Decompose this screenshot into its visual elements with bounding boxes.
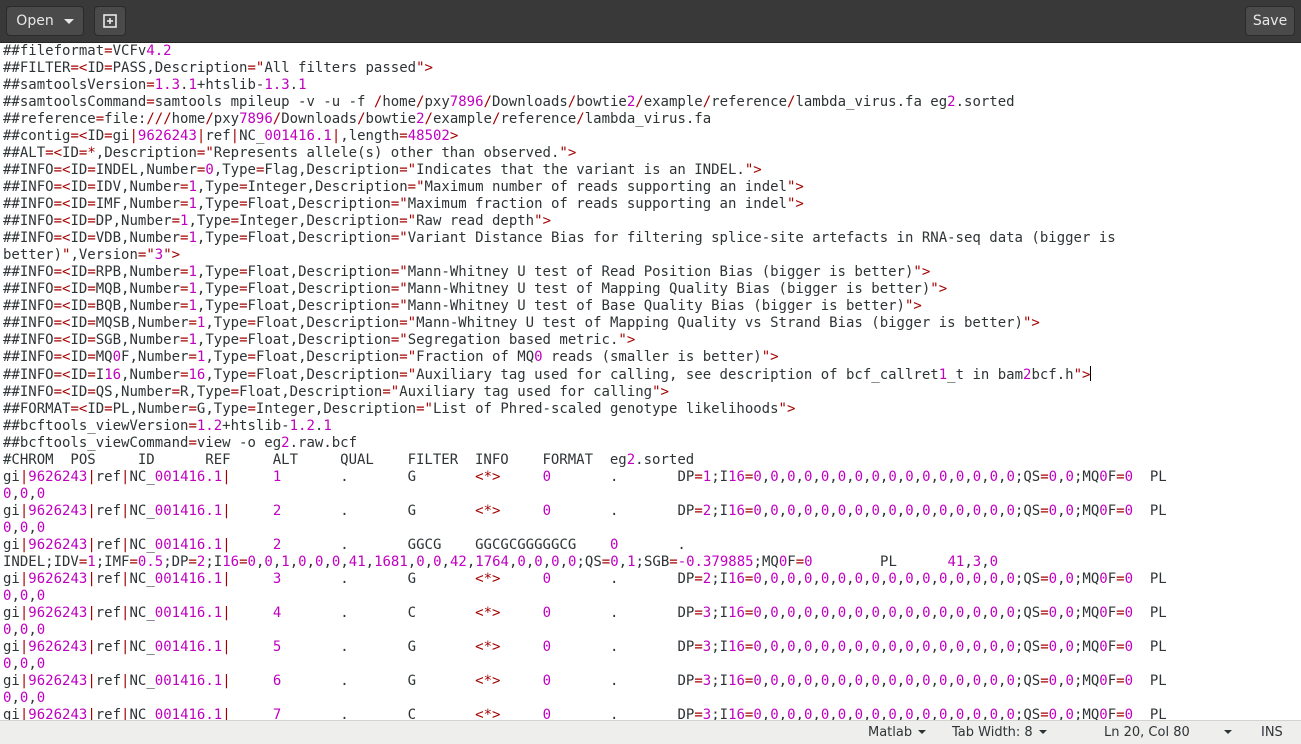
editor-line: ##INFO=<ID=MQSB,Number=1,Type=Float,Desc… [3, 315, 1040, 331]
editor-line: ##FILTER=<ID=PASS,Description="All filte… [3, 60, 433, 76]
editor-line: ##INFO=<ID=I16,Number=16,Type=Float,Desc… [3, 366, 1092, 383]
editor-line: 0,0,0 [3, 588, 46, 604]
chevron-down-icon [918, 730, 927, 734]
editor-line: ##INFO=<ID=INDEL,Number=0,Type=Flag,Desc… [3, 162, 762, 178]
editor-line: gi|9626243|ref|NC_001416.1| 7 . C <*> 0 … [3, 707, 1167, 720]
editor-line: 0,0,0 [3, 520, 46, 536]
editor-line: ##INFO=<ID=IDV,Number=1,Type=Integer,Des… [3, 179, 804, 195]
editor-line: gi|9626243|ref|NC_001416.1| 2 . GGCG GGC… [3, 537, 686, 553]
editor-line: gi|9626243|ref|NC_001416.1| 2 . G <*> 0 … [3, 503, 1167, 519]
editor-line: INDEL;IDV=1;IMF=0.5;DP=2;I16=0,0,1,0,0,0… [3, 554, 999, 570]
editor-line: #CHROM POS ID REF ALT QUAL FILTER INFO F… [3, 452, 695, 468]
editor-line: ##INFO=<ID=RPB,Number=1,Type=Float,Descr… [3, 264, 931, 280]
editor-line: ##samtoolsVersion=1.3.1+htslib-1.3.1 [3, 77, 307, 93]
open-label: Open [16, 13, 54, 29]
language-label: Matlab [868, 725, 913, 740]
new-document-button[interactable] [94, 6, 126, 36]
text-cursor [1090, 366, 1092, 381]
editor-line: ##INFO=<ID=VDB,Number=1,Type=Float,Descr… [3, 230, 1116, 246]
save-label: Save [1252, 13, 1288, 29]
editor-line: ##contig=<ID=gi|9626243|ref|NC_001416.1|… [3, 128, 459, 144]
editor-line: ##INFO=<ID=QS,Number=R,Type=Float,Descri… [3, 384, 669, 400]
cursor-position-label: Ln 20, Col 80 [1104, 725, 1190, 740]
editor-line: ##samtoolsCommand=samtools mpileup -v -u… [3, 94, 1015, 110]
editor-line: gi|9626243|ref|NC_001416.1| 5 . G <*> 0 … [3, 639, 1167, 655]
editor-line: ##reference=file:///home/pxy7896/Downloa… [3, 111, 712, 127]
editor-line: ##bcftools_viewVersion=1.2+htslib-1.2.1 [3, 418, 332, 434]
insert-mode[interactable]: INS [1261, 725, 1283, 740]
editor-text[interactable]: ##fileformat=VCFv4.2 ##FILTER=<ID=PASS,D… [0, 43, 1301, 720]
new-document-icon [103, 14, 117, 28]
cursor-position[interactable]: Ln 20, Col 80 [1104, 725, 1232, 740]
editor-line: gi|9626243|ref|NC_001416.1| 4 . C <*> 0 … [3, 605, 1167, 621]
chevron-down-icon [1038, 730, 1047, 734]
editor-line: ##bcftools_viewCommand=view -o eg2.raw.b… [3, 435, 358, 451]
editor-line: ##INFO=<ID=BQB,Number=1,Type=Float,Descr… [3, 298, 922, 314]
editor-line: gi|9626243|ref|NC_001416.1| 1 . G <*> 0 … [3, 469, 1167, 485]
text-editor[interactable]: ##fileformat=VCFv4.2 ##FILTER=<ID=PASS,D… [0, 43, 1301, 720]
editor-line: gi|9626243|ref|NC_001416.1| 3 . G <*> 0 … [3, 571, 1167, 587]
editor-line: gi|9626243|ref|NC_001416.1| 6 . G <*> 0 … [3, 673, 1167, 689]
status-bar: Matlab Tab Width: 8 Ln 20, Col 80 INS [0, 720, 1301, 744]
editor-line: ##fileformat=VCFv4.2 [3, 43, 172, 59]
save-button[interactable]: Save [1245, 6, 1295, 36]
editor-line: 0,0,0 [3, 622, 46, 638]
language-selector[interactable]: Matlab [868, 725, 927, 740]
chevron-down-icon [63, 18, 74, 24]
editor-line: ##INFO=<ID=MQ0F,Number=1,Type=Float,Desc… [3, 349, 779, 365]
tab-width-label: Tab Width: 8 [952, 725, 1033, 740]
header-bar: Open Save [0, 0, 1301, 43]
editor-line: better)",Version="3"> [3, 247, 181, 263]
editor-line: ##FORMAT=<ID=PL,Number=G,Type=Integer,De… [3, 401, 796, 417]
open-button[interactable]: Open [6, 6, 84, 36]
editor-line: 0,0,0 [3, 656, 46, 672]
editor-line: 0,0,0 [3, 486, 46, 502]
editor-line: ##INFO=<ID=MQB,Number=1,Type=Float,Descr… [3, 281, 948, 297]
tab-width-selector[interactable]: Tab Width: 8 [952, 725, 1047, 740]
editor-line: 0,0,0 [3, 690, 46, 706]
editor-line: ##ALT=<ID=*,Description="Represents alle… [3, 145, 577, 161]
editor-line: ##INFO=<ID=SGB,Number=1,Type=Float,Descr… [3, 332, 636, 348]
editor-line: ##INFO=<ID=DP,Number=1,Type=Integer,Desc… [3, 213, 551, 229]
chevron-down-icon [1223, 730, 1232, 734]
editor-line: ##INFO=<ID=IMF,Number=1,Type=Float,Descr… [3, 196, 804, 212]
insert-mode-label: INS [1261, 725, 1283, 740]
